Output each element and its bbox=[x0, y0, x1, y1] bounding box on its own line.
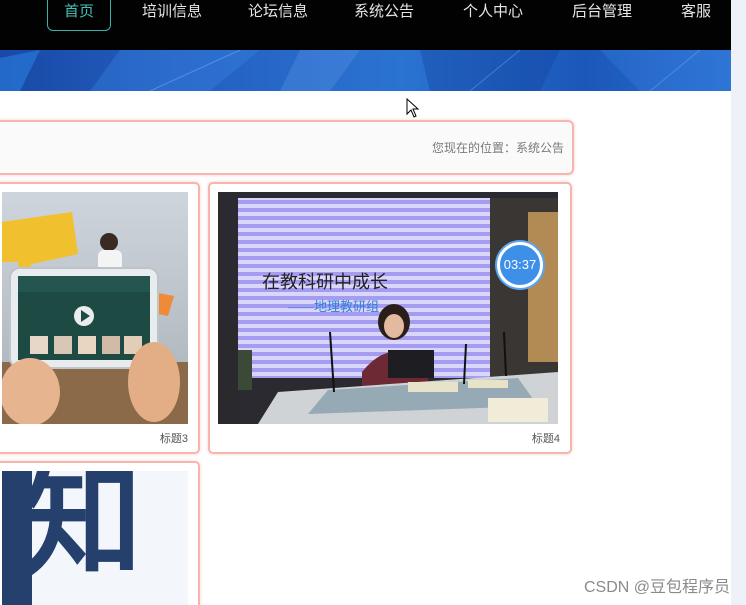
slide-title: 在教科研中成长 bbox=[262, 272, 388, 292]
nav-item-customer-service[interactable]: 客服 bbox=[681, 0, 711, 30]
teacher-tablet-image bbox=[2, 192, 188, 424]
notice-big-character: 知 bbox=[22, 471, 142, 589]
header-banner bbox=[0, 50, 731, 91]
meeting-room-image bbox=[218, 192, 558, 424]
breadcrumb: 您现在的位置：系统公告 bbox=[0, 120, 574, 175]
announcement-card[interactable]: 知 bbox=[0, 461, 200, 605]
nav-item-forum[interactable]: 论坛信息 bbox=[248, 0, 308, 30]
card-thumbnail[interactable]: 知 bbox=[2, 471, 188, 605]
mouse-cursor-icon bbox=[406, 98, 420, 118]
video-timer-badge: 03:37 bbox=[497, 242, 543, 288]
card-caption: 标题3 bbox=[159, 433, 188, 445]
nav-item-personal-center[interactable]: 个人中心 bbox=[463, 0, 523, 30]
top-navbar: 首页 培训信息 论坛信息 系统公告 个人中心 后台管理 客服 bbox=[0, 0, 731, 50]
watermark: CSDN @豆包程序员 bbox=[583, 579, 730, 596]
announcement-card[interactable]: 标题3 bbox=[0, 182, 200, 454]
nav-item-training[interactable]: 培训信息 bbox=[142, 0, 202, 30]
banner-pattern bbox=[0, 50, 731, 91]
announcement-card[interactable]: 在教科研中成长 ——地理教研组 03:37 标题4 bbox=[208, 182, 572, 454]
breadcrumb-text: 您现在的位置：系统公告 bbox=[431, 141, 564, 155]
nav-item-home[interactable]: 首页 bbox=[47, 0, 112, 31]
card-thumbnail[interactable]: 在教科研中成长 ——地理教研组 bbox=[218, 192, 558, 424]
card-thumbnail[interactable] bbox=[2, 192, 188, 424]
slide-subtitle: ——地理教研组 bbox=[288, 299, 380, 314]
nav-item-admin[interactable]: 后台管理 bbox=[572, 0, 632, 30]
nav-item-announcements[interactable]: 系统公告 bbox=[354, 0, 414, 30]
page: 首页 培训信息 论坛信息 系统公告 个人中心 后台管理 客服 您现在的位置：系统… bbox=[0, 0, 731, 605]
card-caption: 标题4 bbox=[531, 433, 560, 445]
